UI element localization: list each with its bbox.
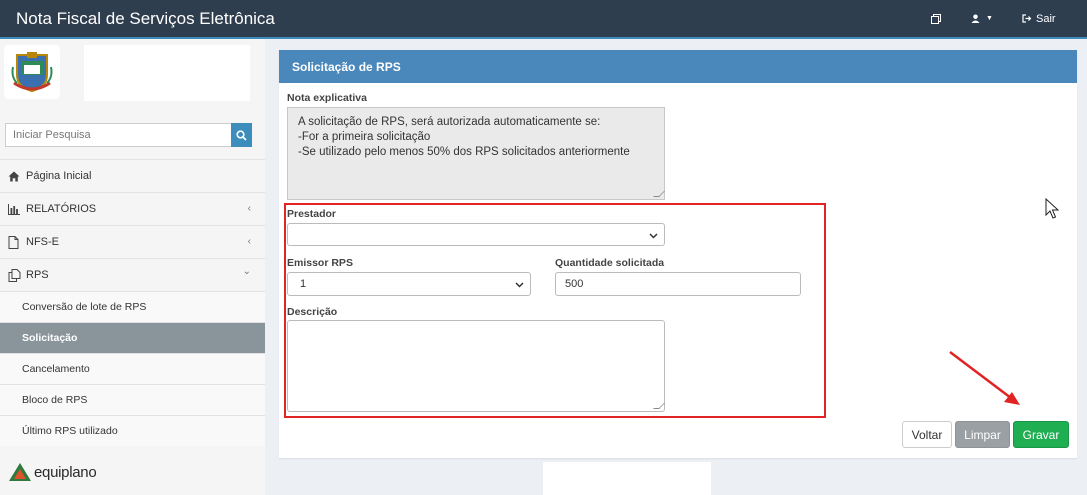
prestador-label: Prestador (287, 208, 337, 220)
user-menu[interactable]: ▼ (971, 0, 993, 37)
copy-icon (8, 268, 26, 282)
emissor-select[interactable]: 1 (287, 272, 531, 296)
sidebar-item-label: NFS-E (26, 236, 59, 248)
descricao-textarea[interactable] (287, 320, 665, 412)
descricao-label: Descrição (287, 306, 338, 318)
search-button[interactable] (231, 123, 252, 147)
note-line: -For a primeira solicitação (298, 131, 431, 143)
sair-link[interactable]: Sair (1022, 0, 1056, 37)
bar-chart-icon (8, 203, 26, 215)
quantidade-value: 500 (565, 278, 584, 290)
search-input[interactable] (5, 123, 231, 147)
emissor-value: 1 (300, 278, 307, 290)
sidebar-menu: Página Inicial RELATÓRIOS ‹ NFS-E ‹ RPS … (0, 159, 265, 446)
resize-grip-icon[interactable] (653, 403, 665, 409)
sair-label: Sair (1036, 12, 1056, 25)
sidebar-item-rps[interactable]: RPS ⌄ (0, 258, 265, 291)
equiplano-logo: equiplano (8, 462, 97, 482)
quantidade-input[interactable]: 500 (555, 272, 801, 296)
sidebar-item-relatorios[interactable]: RELATÓRIOS ‹ (0, 192, 265, 225)
note-textarea: A solicitação de RPS, será autorizada au… (287, 107, 665, 200)
sign-out-icon (1022, 14, 1032, 23)
sidebar-item-nfse[interactable]: NFS-E ‹ (0, 225, 265, 258)
chevron-down-icon: ⌄ (242, 266, 251, 277)
quantidade-label: Quantidade solicitada (555, 257, 665, 269)
sidebar-subitem-cancelamento[interactable]: Cancelamento (0, 353, 265, 384)
sidebar-item-pagina-inicial[interactable]: Página Inicial (0, 159, 265, 192)
equiplano-logo-icon (9, 463, 31, 481)
footer-blank-box (543, 462, 711, 495)
limpar-button[interactable]: Limpar (955, 421, 1010, 448)
sidebar-subitem-ultimo-rps[interactable]: Último RPS utilizado (0, 415, 265, 446)
chevron-down-icon (515, 282, 524, 288)
chevron-down-icon (649, 233, 658, 239)
sidebar-item-label: Página Inicial (26, 170, 92, 182)
sidebar-subitem-solicitacao[interactable]: Solicitação (0, 322, 265, 353)
prestador-select[interactable] (287, 223, 665, 246)
search-icon (236, 129, 247, 141)
voltar-button[interactable]: Voltar (902, 421, 952, 448)
municipality-crest-logo (4, 45, 60, 99)
note-line: -Se utilizado pelo menos 50% dos RPS sol… (298, 146, 630, 158)
sidebar: Página Inicial RELATÓRIOS ‹ NFS-E ‹ RPS … (0, 39, 265, 495)
user-icon (971, 14, 980, 23)
sidebar-subitem-conversao-lote[interactable]: Conversão de lote de RPS (0, 291, 265, 322)
chevron-left-icon: ‹ (247, 203, 251, 214)
note-label: Nota explicativa (287, 92, 367, 104)
sidebar-item-label: RELATÓRIOS (26, 203, 97, 215)
chevron-left-icon: ‹ (247, 236, 251, 247)
emissor-label: Emissor RPS (287, 257, 353, 269)
gravar-button[interactable]: Gravar (1013, 421, 1069, 448)
panel-title: Solicitação de RPS (279, 50, 1077, 83)
sidebar-search (5, 123, 252, 147)
solicitacao-rps-panel: Solicitação de RPS Nota explicativa A so… (279, 50, 1077, 458)
mouse-cursor-icon (1045, 198, 1059, 219)
resize-grip-icon[interactable] (653, 191, 665, 197)
home-icon (8, 171, 26, 182)
copy-windows-icon[interactable] (931, 0, 941, 37)
top-navbar: Nota Fiscal de Serviços Eletrônica ▼ Sai… (0, 0, 1087, 39)
note-line: A solicitação de RPS, será autorizada au… (298, 116, 601, 128)
header-blank-box (84, 45, 250, 101)
sidebar-subitem-bloco-rps[interactable]: Bloco de RPS (0, 384, 265, 415)
app-title: Nota Fiscal de Serviços Eletrônica (16, 9, 275, 28)
file-icon (8, 235, 26, 249)
equiplano-brand: equiplano (34, 463, 97, 481)
caret-down-icon: ▼ (986, 15, 993, 22)
sidebar-item-label: RPS (26, 269, 49, 281)
